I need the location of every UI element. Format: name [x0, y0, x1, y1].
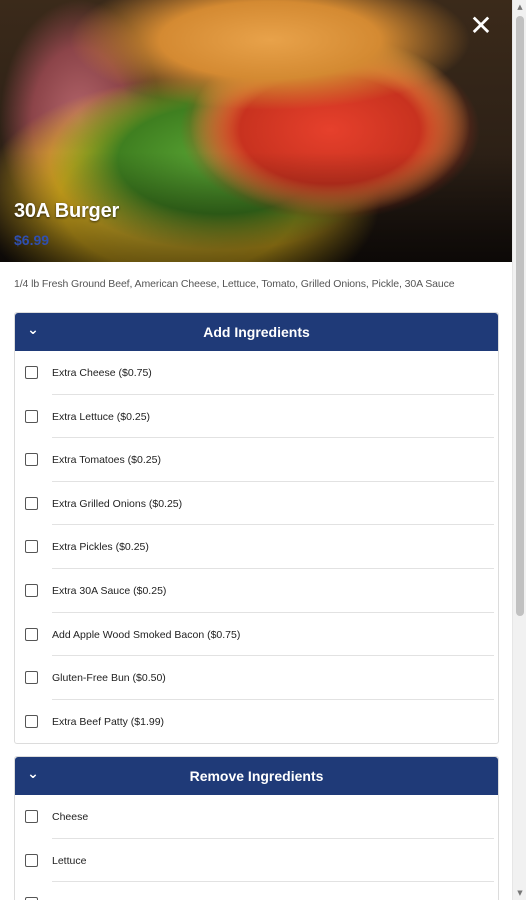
option-label: Lettuce	[52, 854, 87, 867]
checkbox[interactable]	[25, 496, 38, 510]
option-label: Extra Lettuce ($0.25)	[52, 410, 151, 423]
checkbox[interactable]	[25, 366, 38, 379]
list-item[interactable]: Cheese	[15, 795, 498, 839]
list-item[interactable]: Extra Grilled Onions ($0.25)	[15, 482, 498, 526]
item-hero-image: 30A Burger $6.99 ✕	[0, 0, 512, 262]
list-item[interactable]: Extra Cheese ($0.75)	[15, 351, 498, 395]
close-icon[interactable]: ✕	[468, 12, 494, 40]
add-ingredients-title: Add Ingredients	[203, 324, 310, 340]
remove-ingredients-header[interactable]: ⌄ Remove Ingredients	[15, 757, 498, 795]
list-item[interactable]: Extra Beef Patty ($1.99)	[15, 700, 498, 744]
list-item[interactable]: Extra 30A Sauce ($0.25)	[15, 569, 498, 613]
option-label: Extra Grilled Onions ($0.25)	[52, 497, 183, 510]
option-label: Extra Tomatoes ($0.25)	[52, 454, 161, 467]
checkbox[interactable]	[25, 810, 38, 823]
option-label: Extra Pickles ($0.25)	[52, 541, 149, 554]
scrollbar[interactable]: ▲ ▼	[512, 0, 526, 900]
add-ingredients-header[interactable]: ⌄ Add Ingredients	[15, 313, 498, 351]
checkbox[interactable]	[25, 583, 38, 597]
list-item[interactable]: Lettuce	[15, 839, 498, 883]
item-title: 30A Burger	[14, 200, 120, 222]
option-label: Extra Cheese ($0.75)	[52, 367, 152, 379]
list-item[interactable]: Add Apple Wood Smoked Bacon ($0.75)	[15, 613, 498, 657]
checkbox[interactable]	[25, 627, 38, 641]
list-item[interactable]: Gluten-Free Bun ($0.50)	[15, 656, 498, 700]
remove-ingredients-title: Remove Ingredients	[189, 768, 324, 784]
remove-ingredients-list: Cheese Lettuce	[15, 795, 498, 900]
checkbox[interactable]	[25, 409, 38, 423]
option-label: Cheese	[52, 811, 89, 823]
list-item[interactable]: Extra Tomatoes ($0.25)	[15, 438, 498, 482]
scrollbar-thumb[interactable]	[516, 16, 524, 616]
list-item[interactable]: Extra Pickles ($0.25)	[15, 525, 498, 569]
checkbox[interactable]	[25, 671, 38, 685]
scroll-down-icon[interactable]: ▼	[516, 889, 524, 897]
checkbox[interactable]	[25, 453, 38, 467]
checkbox[interactable]	[25, 853, 38, 867]
item-price: $6.99	[14, 232, 50, 248]
add-ingredients-list: Extra Cheese ($0.75) Extra Lettuce ($0.2…	[15, 351, 498, 743]
list-item[interactable]	[15, 882, 498, 900]
item-description: 1/4 lb Fresh Ground Beef, American Chees…	[14, 278, 455, 290]
option-label: Extra 30A Sauce ($0.25)	[52, 584, 167, 597]
checkbox[interactable]	[25, 714, 38, 728]
add-ingredients-section: ⌄ Add Ingredients Extra Cheese ($0.75) E…	[14, 312, 499, 745]
remove-ingredients-section: ⌄ Remove Ingredients Cheese Lettuce	[14, 756, 499, 900]
list-item[interactable]: Extra Lettuce ($0.25)	[15, 395, 498, 439]
checkbox[interactable]	[25, 540, 38, 554]
option-label: Add Apple Wood Smoked Bacon ($0.75)	[52, 628, 241, 641]
option-label: Extra Beef Patty ($1.99)	[52, 715, 165, 728]
scroll-up-icon[interactable]: ▲	[516, 3, 524, 11]
option-label: Gluten-Free Bun ($0.50)	[52, 672, 166, 685]
